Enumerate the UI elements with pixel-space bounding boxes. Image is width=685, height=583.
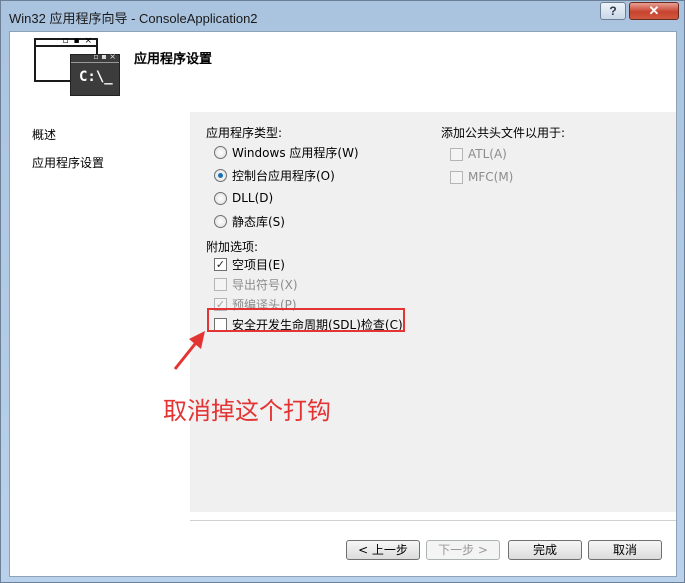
radio-dll[interactable]: DLL(D): [214, 189, 273, 207]
sidebar: 概述 应用程序设置: [10, 112, 190, 576]
checkbox-indicator: [214, 277, 227, 291]
previous-button[interactable]: < 上一步: [346, 540, 420, 560]
checkbox-indicator: [450, 170, 463, 184]
wizard-window: Win32 应用程序向导 - ConsoleApplication2 ? ✕ ▫…: [0, 0, 685, 583]
checkbox-export-symbols: 导出符号(X): [214, 275, 298, 293]
radio-indicator[interactable]: [214, 191, 227, 205]
finish-button[interactable]: 完成: [508, 540, 582, 560]
radio-console-app[interactable]: 控制台应用程序(O): [214, 166, 335, 184]
radio-windows-app[interactable]: Windows 应用程序(W): [214, 143, 359, 161]
annotation-arrow-icon: [173, 331, 205, 370]
window-title: Win32 应用程序向导 - ConsoleApplication2: [9, 11, 258, 26]
checkbox-atl: ATL(A): [450, 145, 507, 163]
app-type-heading: 应用程序类型:: [206, 126, 283, 140]
sidebar-item-overview[interactable]: 概述: [32, 126, 56, 143]
checkbox-indicator[interactable]: ✓: [214, 257, 227, 271]
checkbox-empty-project[interactable]: ✓ 空项目(E): [214, 255, 285, 273]
additional-options-heading: 附加选项:: [206, 240, 259, 254]
console-prompt: C:\_: [79, 69, 113, 85]
dialog-client: ▫ ▪ × ▫ ▪ × C:\_ 应用程序设置 概述 应用程序设置 应用程序类型…: [9, 31, 677, 577]
footer-divider: [190, 520, 676, 521]
wizard-body: 概述 应用程序设置 应用程序类型: Windows 应用程序(W) 控制台应用程…: [10, 112, 676, 576]
cancel-button[interactable]: 取消: [588, 540, 662, 560]
radio-indicator[interactable]: [214, 145, 227, 159]
checkbox-indicator: [450, 147, 463, 161]
next-button: 下一步 >: [426, 540, 500, 560]
close-button[interactable]: ✕: [629, 2, 679, 20]
sidebar-item-app-settings[interactable]: 应用程序设置: [32, 154, 104, 171]
wizard-header: ▫ ▪ × ▫ ▪ × C:\_ 应用程序设置: [10, 32, 676, 112]
radio-indicator[interactable]: [214, 214, 227, 228]
radio-indicator-selected[interactable]: [214, 168, 227, 182]
title-bar[interactable]: Win32 应用程序向导 - ConsoleApplication2 ? ✕: [1, 1, 684, 31]
annotation-text: 取消掉这个打钩: [163, 397, 331, 425]
page-title: 应用程序设置: [134, 52, 213, 67]
annotation-highlight-box: [207, 308, 405, 332]
console-icon: ▫ ▪ × C:\_: [70, 52, 120, 96]
common-headers-heading: 添加公共头文件以用于:: [441, 126, 566, 140]
radio-static-lib[interactable]: 静态库(S): [214, 212, 285, 230]
help-button[interactable]: ?: [600, 2, 626, 20]
checkbox-mfc: MFC(M): [450, 168, 513, 186]
